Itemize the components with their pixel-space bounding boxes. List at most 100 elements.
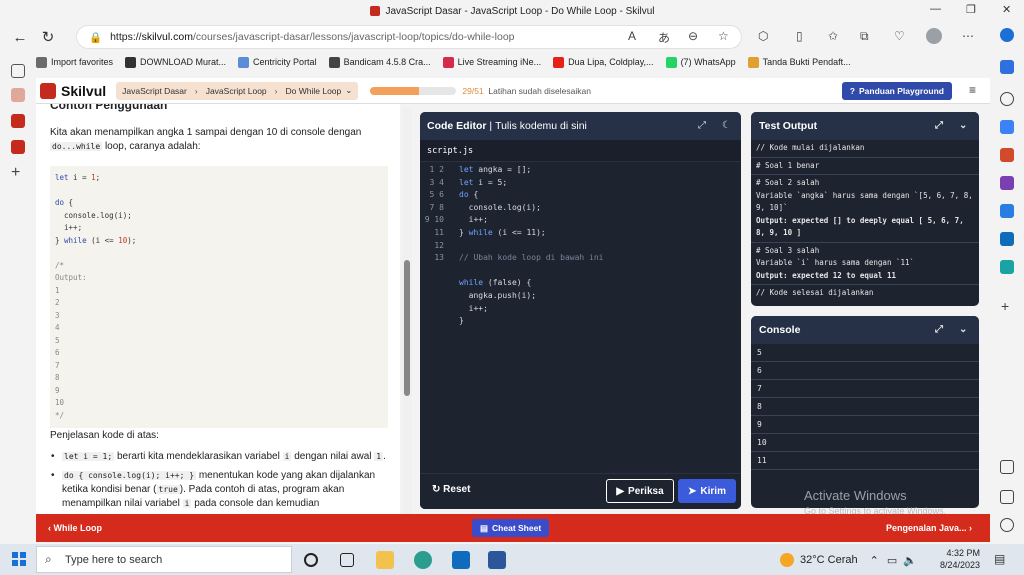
chevron-down-icon[interactable]: ⌄ [959,120,967,131]
minimize-icon[interactable]: — [930,3,941,15]
document-icon: ▤ [480,522,489,533]
bing-icon[interactable] [1000,28,1014,42]
breadcrumb-topic[interactable]: Do While Loop [286,86,342,96]
bookmark-favicon-icon [36,56,47,68]
office-icon[interactable] [1000,204,1014,218]
expand-icon[interactable]: ⤢ [935,324,943,335]
file-explorer-icon[interactable] [376,551,394,569]
dark-mode-icon[interactable]: ☾ [722,120,731,131]
breadcrumb-lesson[interactable]: JavaScript Loop [206,86,267,96]
notification-icon[interactable] [1000,60,1014,74]
tab-favicon-icon[interactable] [11,114,25,128]
bookmark-favicon-icon [125,56,137,68]
sidebar-toggle-icon[interactable] [1000,460,1014,474]
windows-taskbar: ⌕ Type here to search 32°C Cerah ⌃ ▭ 🔈 4:32 … [0,544,1024,575]
tab-actions-icon[interactable] [11,64,25,78]
breadcrumb-course[interactable]: JavaScript Dasar [122,86,187,96]
panduan-playground-button[interactable]: ? Panduan Playground [841,82,952,100]
console-line: 7 [751,380,979,398]
favorites-icon[interactable]: ✩ [828,29,838,43]
expand-icon[interactable]: ⤢ [935,120,943,131]
back-icon[interactable]: ← [6,29,34,46]
settings-gear-icon[interactable] [1000,518,1014,532]
chevron-down-icon[interactable]: ⌄ [345,85,352,96]
word-icon[interactable] [488,551,506,569]
refresh-icon[interactable]: ↻ [34,28,62,46]
code-input[interactable]: let angka = []; let i = 5; do { console.… [459,162,604,328]
tray-chevron-icon[interactable]: ⌃ [870,554,879,567]
notifications-icon[interactable]: ▤ [994,552,1005,566]
outlook-icon[interactable] [1000,232,1014,246]
cortana-icon[interactable] [304,553,318,567]
games-icon[interactable] [1000,176,1014,190]
bookmark-item[interactable]: Live Streaming iNe... [442,56,541,68]
periksa-button[interactable]: ▶ Periksa [606,479,674,503]
tab-favicon-icon[interactable] [11,88,25,102]
lesson-scrollbar[interactable] [402,108,412,514]
network-icon[interactable]: ▭ [887,554,897,567]
hamburger-menu-icon[interactable]: ≡ [969,83,976,97]
test-output-panel: Test Output ⤢ ⌄ // Kode mulai dijalankan… [751,112,979,306]
edge-icon[interactable] [414,551,432,569]
favorite-star-icon[interactable]: ☆ [718,29,729,43]
lesson-panel: Contoh Penggunaan Kita akan menampilkan … [36,104,400,514]
tab-favicon-icon[interactable] [11,140,25,154]
next-topic-link[interactable]: Pengenalan Java... › [886,523,972,533]
test-output-header: Test Output ⤢ ⌄ [751,112,979,140]
scrollbar-thumb[interactable] [404,260,410,396]
extensions-icon[interactable]: ⬡ [758,29,768,43]
bookmark-item[interactable]: Dua Lipa, Coldplay,... [553,56,654,68]
bookmark-favicon-icon [442,56,454,68]
bookmark-item[interactable]: DOWNLOAD Murat... [125,56,226,68]
test-result-3: # Soal 3 salah Variable `i` harus sama d… [751,243,979,285]
bookmark-item[interactable]: (7) WhatsApp [665,56,736,68]
new-tab-icon[interactable]: + [11,164,20,182]
shopping-icon[interactable] [1000,120,1014,134]
breadcrumb: JavaScript Dasar › JavaScript Loop › Do Wh… [116,81,359,100]
reset-icon: ↻ [432,484,441,495]
prev-topic-link[interactable]: ‹ While Loop [48,523,102,533]
performance-icon[interactable]: ♡ [894,29,905,43]
address-bar[interactable]: 🔒 https://skilvul.com/courses/javascript… [76,25,742,49]
tools-icon[interactable] [1000,148,1014,162]
translate-icon[interactable]: あ [658,29,670,46]
profile-avatar-icon[interactable] [926,28,942,44]
weather-widget[interactable]: 32°C Cerah ⌃ ▭ 🔈 [780,553,917,567]
taskbar-clock[interactable]: 4:32 PM 8/24/2023 [940,547,980,571]
sun-icon [780,553,794,567]
kirim-button[interactable]: ➤ Kirim [678,479,736,503]
split-screen-icon[interactable]: ▯ [796,29,803,43]
bookmark-item[interactable]: Import favorites [36,56,113,68]
task-view-icon[interactable] [340,553,354,567]
reset-button[interactable]: ↻ Reset [432,484,470,495]
cheat-sheet-button[interactable]: ▤ Cheat Sheet [472,519,550,537]
volume-icon[interactable]: 🔈 [903,554,917,567]
skilvul-header: Skilvul JavaScript Dasar › JavaScript Loo… [36,78,990,104]
bookmark-item[interactable]: Bandicam 4.5.8 Cra... [328,56,431,68]
chevron-down-icon[interactable]: ⌄ [959,324,967,335]
zoom-icon[interactable]: ⊖ [688,29,698,43]
more-menu-icon[interactable]: ⋯ [962,29,974,43]
add-sidebar-icon[interactable]: + [1001,298,1009,314]
send-icon[interactable] [1000,260,1014,274]
taskbar-search-input[interactable]: ⌕ Type here to search [36,546,292,573]
close-icon[interactable]: ✕ [1002,3,1011,16]
read-aloud-icon[interactable]: A [628,29,636,43]
bookmark-item[interactable]: Tanda Bukti Pendaft... [747,56,851,68]
skilvul-logo[interactable]: Skilvul [40,82,106,99]
bookmark-item[interactable]: Centricity Portal [238,56,317,68]
maximize-icon[interactable]: ❐ [966,3,976,16]
explain-list: let i = 1; berarti kita mendeklarasikan … [50,450,390,514]
editor-footer: ↻ Reset ▶ Periksa ➤ Kirim [420,473,741,509]
mail-icon[interactable] [452,551,470,569]
chevron-right-icon: › [194,85,198,96]
section-heading: Contoh Penggunaan [50,104,168,112]
expand-icon[interactable]: ⤢ [698,120,706,131]
bookmark-favicon-icon [665,56,677,68]
collections-icon[interactable]: ⧉ [860,29,869,44]
search-icon[interactable] [1000,92,1014,106]
open-window-icon[interactable] [1000,490,1014,504]
windows-start-icon[interactable] [12,552,26,566]
test-result-1: # Soal 1 benar [751,158,979,175]
file-tab[interactable]: script.js [420,140,741,162]
